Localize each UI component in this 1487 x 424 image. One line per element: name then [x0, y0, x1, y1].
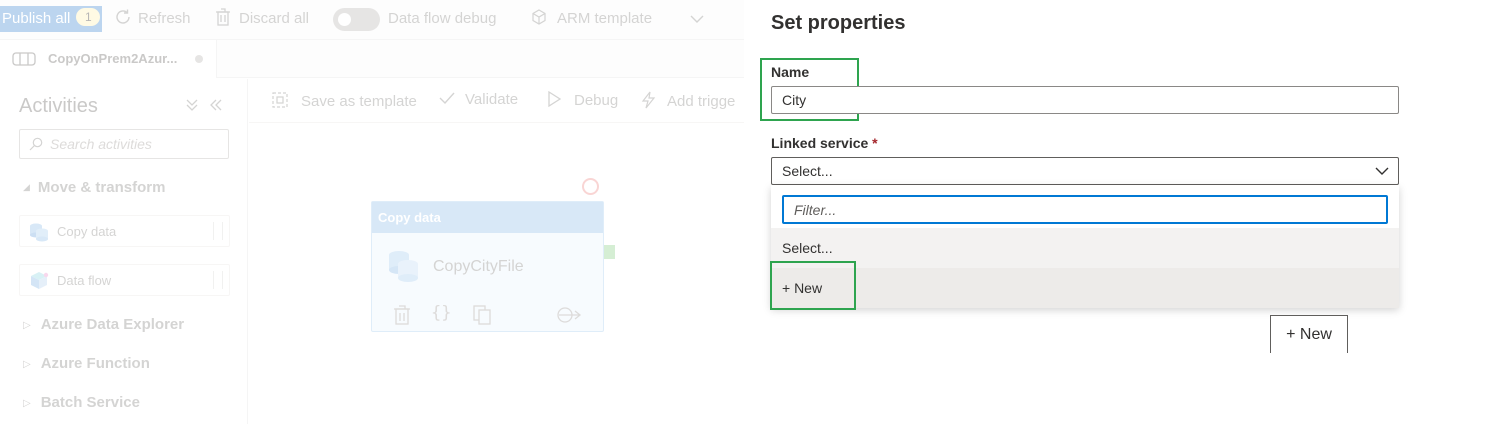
refresh-button[interactable]: Refresh [114, 8, 191, 30]
option-new[interactable]: + New [771, 268, 1399, 308]
new-option-highlight-box [770, 261, 856, 310]
database-icon [30, 223, 48, 242]
pending-changes-badge: 1 [76, 8, 101, 26]
trash-icon[interactable] [393, 305, 411, 325]
activities-title: Activities [19, 95, 98, 117]
category-batch-service[interactable]: ▷ Batch Service [23, 394, 140, 411]
play-icon [548, 90, 562, 108]
activity-data-flow[interactable]: Data flow [19, 264, 230, 296]
refresh-icon [116, 9, 130, 24]
trash-icon [216, 8, 230, 26]
refresh-label: Refresh [138, 10, 191, 27]
panel-title: Set properties [771, 12, 906, 34]
publish-all-label: Publish all [2, 10, 71, 27]
linked-service-options: Select... + New [771, 185, 1399, 308]
checkmark-icon [439, 92, 455, 105]
cube-icon [532, 9, 546, 25]
screen: Publish all 1 Refresh Discard all Data fl… [0, 0, 1487, 424]
category-label: Azure Function [40, 355, 150, 372]
unsaved-dot [195, 55, 203, 63]
authoring-app: Publish all 1 Refresh Discard all Data fl… [0, 0, 744, 424]
database-icon [389, 251, 418, 282]
activities-pane: Activities ◢ Move & transform [0, 79, 248, 424]
category-label: Azure Data Explorer [40, 316, 185, 333]
copy-icon[interactable] [473, 305, 491, 325]
collapsed-icon: ▷ [23, 320, 31, 331]
dropdown-selected-value: Select... [782, 163, 833, 179]
arm-template-button[interactable]: ARM template [531, 8, 652, 30]
set-properties-panel: Set properties Name Linked service * Sel… [744, 0, 1487, 424]
template-icon [272, 92, 288, 108]
tab-bar: CopyOnPrem2Azur... [0, 40, 744, 78]
search-activities-box [19, 129, 229, 159]
canvas-toolbar: Save as template Validate Debug Add trig… [249, 79, 744, 123]
copy-data-activity-node[interactable]: Copy data CopyCityFile {} [371, 201, 604, 332]
category-azure-data-explorer[interactable]: ▷ Azure Data Explorer [23, 316, 184, 333]
output-arrow-icon[interactable] [556, 306, 582, 324]
add-trigger-button[interactable]: Add trigge [641, 91, 735, 110]
category-label: Batch Service [40, 394, 140, 411]
discard-all-button[interactable]: Discard all [215, 8, 309, 30]
activity-label: Copy data [57, 224, 117, 239]
chevron-down-icon [1375, 167, 1389, 175]
data-flow-debug-label: Data flow debug [388, 10, 497, 27]
drag-handle[interactable] [213, 271, 223, 289]
code-icon[interactable]: {} [431, 303, 451, 323]
search-activities-input[interactable] [50, 135, 220, 153]
tab-label: CopyOnPrem2Azur... [48, 51, 178, 66]
top-toolbar: Publish all 1 Refresh Discard all Data fl… [0, 0, 744, 40]
collapsed-icon: ▷ [23, 359, 31, 370]
on-success-connector[interactable] [604, 245, 615, 259]
node-type-label: Copy data [372, 202, 603, 233]
pipeline-icon [12, 52, 36, 66]
category-azure-function[interactable]: ▷ Azure Function [23, 355, 150, 372]
new-linked-service-button[interactable]: + New [1270, 315, 1348, 353]
category-move-transform[interactable]: ◢ Move & transform [23, 179, 165, 196]
collapse-pane-icon[interactable] [209, 98, 223, 112]
tab-pipeline[interactable]: CopyOnPrem2Azur... [0, 40, 217, 78]
save-as-template-button[interactable]: Save as template [271, 91, 417, 110]
arm-template-label: ARM template [557, 10, 653, 27]
chevron-down-icon[interactable] [690, 14, 704, 24]
debug-button[interactable]: Debug [547, 90, 619, 109]
debug-label: Debug [574, 92, 619, 109]
validate-button[interactable]: Validate [439, 91, 518, 108]
data-flow-icon [31, 272, 49, 289]
activity-label: Data flow [57, 273, 112, 288]
collapse-all-icon[interactable] [186, 98, 198, 112]
on-failure-connector[interactable] [582, 178, 599, 195]
save-as-template-label: Save as template [301, 93, 417, 110]
option-select[interactable]: Select... [771, 228, 1399, 268]
expanded-icon: ◢ [23, 182, 30, 192]
publish-all-button[interactable]: Publish all 1 [0, 6, 102, 32]
data-flow-debug-toggle[interactable] [333, 8, 380, 31]
name-input[interactable] [771, 86, 1399, 114]
linked-service-label: Linked service * [771, 135, 878, 151]
drag-handle[interactable] [213, 222, 223, 240]
category-label: Move & transform [37, 179, 166, 196]
search-icon [29, 137, 43, 151]
linked-service-dropdown[interactable]: Select... [771, 157, 1399, 185]
validate-label: Validate [465, 91, 519, 108]
discard-all-label: Discard all [239, 10, 310, 27]
activity-copy-data[interactable]: Copy data [19, 215, 230, 247]
name-label: Name [771, 64, 810, 80]
linked-service-text: Linked service [771, 135, 869, 151]
add-trigger-label: Add trigge [667, 93, 736, 110]
required-mark: * [872, 135, 878, 151]
filter-input[interactable] [782, 195, 1388, 224]
collapsed-icon: ▷ [23, 398, 31, 409]
lightning-icon [641, 91, 656, 109]
node-name: CopyCityFile [433, 258, 524, 275]
